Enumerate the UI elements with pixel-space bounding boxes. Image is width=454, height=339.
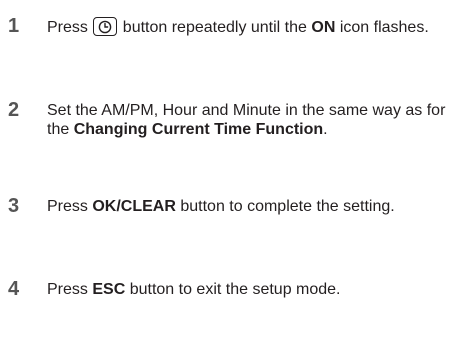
- step-number: 2: [8, 99, 20, 121]
- step-text: Set the AM/PM, Hour and Minute in the sa…: [47, 101, 447, 139]
- step-text-bold: ON: [311, 19, 336, 36]
- step-text: Press ESC button to exit the setup mode.: [47, 280, 447, 299]
- step-number: 1: [8, 15, 20, 37]
- step-text: Press OK/CLEAR button to complete the se…: [47, 197, 447, 216]
- step-text-post: icon flashes.: [335, 19, 429, 36]
- step-text-post: .: [323, 121, 328, 138]
- step-text-bold: OK/CLEAR: [92, 198, 176, 215]
- step-text-post: button to exit the setup mode.: [125, 281, 341, 298]
- step-text-post: button to complete the setting.: [175, 198, 395, 215]
- step-text-bold: ESC: [92, 281, 126, 298]
- step-number: 4: [8, 278, 20, 300]
- step-text-bold: Changing Current Time Function: [73, 121, 324, 138]
- step-text-pre: Press: [47, 198, 93, 215]
- step-text: Press button repeatedly until the ON ico…: [47, 17, 447, 37]
- clock-icon: [93, 17, 118, 36]
- step-text-pre: Press: [47, 281, 93, 298]
- step-text-pre: Press: [47, 19, 93, 36]
- step-number: 3: [8, 195, 20, 217]
- step-text-mid: button repeatedly until the: [118, 19, 312, 36]
